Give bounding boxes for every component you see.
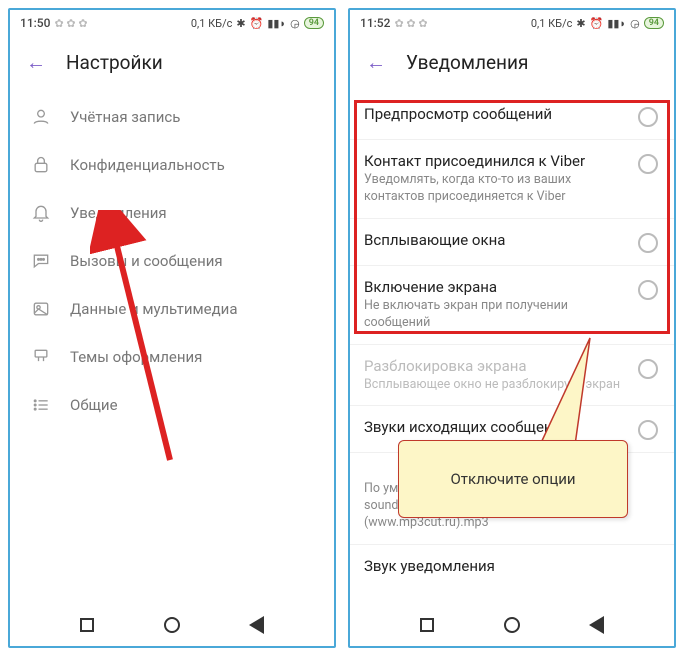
settings-item-calls[interactable]: Вызовы и сообщения (10, 237, 334, 285)
user-icon (30, 107, 52, 127)
page-title: Уведомления (406, 51, 528, 74)
phone-notifications: 11:52 ✿ ✿ ✿ 0,1 КБ/с ✱ ⏰ ▮▮◗ ◶ 94 ← Увед… (348, 8, 676, 648)
status-gear-icon: ✿ ✿ ✿ (54, 17, 87, 30)
battery-icon: 94 (644, 17, 664, 29)
notif-sub: Уведомлять, когда кто-то из ваших контак… (364, 172, 628, 206)
annotation-callout-text: Отключите опции (450, 470, 575, 488)
notif-item-preview[interactable]: Предпросмотр сообщений (350, 93, 674, 139)
wifi-icon: ◶ (290, 17, 300, 30)
wifi-icon: ◶ (630, 17, 640, 30)
toggle-radio[interactable] (638, 359, 658, 379)
toggle-radio[interactable] (638, 233, 658, 253)
notif-title: Контакт присоединился к Viber (364, 152, 628, 170)
bluetooth-icon: ✱ (576, 17, 585, 30)
bell-icon (30, 203, 52, 223)
battery-icon: 94 (304, 17, 324, 29)
back-arrow-icon[interactable]: ← (26, 50, 48, 75)
alarm-icon: ⏰ (590, 17, 604, 30)
page-title: Настройки (66, 51, 163, 74)
notif-item-notif-sound[interactable]: Звук уведомления (350, 544, 674, 589)
toggle-radio[interactable] (638, 420, 658, 440)
phone-settings: 11:50 ✿ ✿ ✿ 0,1 КБ/с ✱ ⏰ ▮▮◗ ◶ 94 ← Наст… (8, 8, 336, 648)
alarm-icon: ⏰ (250, 17, 264, 30)
settings-item-account[interactable]: Учётная запись (10, 93, 334, 141)
settings-item-label: Общие (70, 396, 118, 414)
status-gear-icon: ✿ ✿ ✿ (394, 17, 427, 30)
status-time: 11:52 (360, 16, 390, 30)
nav-bar (350, 604, 674, 646)
header: ← Настройки (10, 36, 334, 93)
notif-item-unlock[interactable]: Разблокировка экрана Всплывающее окно не… (350, 344, 674, 406)
notif-title: Включение экрана (364, 278, 628, 296)
image-icon (30, 299, 52, 319)
nav-bar (10, 604, 334, 646)
settings-item-general[interactable]: Общие (10, 381, 334, 429)
signal-icon: ▮▮◗ (607, 17, 626, 30)
nav-back-icon[interactable] (249, 616, 264, 634)
settings-item-label: Конфиденциальность (70, 156, 225, 174)
status-bar: 11:52 ✿ ✿ ✿ 0,1 КБ/с ✱ ⏰ ▮▮◗ ◶ 94 (350, 10, 674, 36)
nav-back-icon[interactable] (589, 616, 604, 634)
nav-recent-icon[interactable] (80, 618, 94, 632)
settings-item-privacy[interactable]: Конфиденциальность (10, 141, 334, 189)
notif-title: Разблокировка экрана (364, 357, 628, 375)
notif-sub: Всплывающее окно не разблокирует экран (364, 377, 628, 394)
notif-sub: Не включать экран при получении сообщени… (364, 298, 628, 332)
chat-icon (30, 251, 52, 271)
brush-icon (30, 347, 52, 367)
bluetooth-icon: ✱ (236, 17, 245, 30)
notif-title: Всплывающие окна (364, 231, 628, 249)
nav-home-icon[interactable] (504, 617, 520, 633)
status-bar: 11:50 ✿ ✿ ✿ 0,1 КБ/с ✱ ⏰ ▮▮◗ ◶ 94 (10, 10, 334, 36)
notif-item-contact-joined[interactable]: Контакт присоединился к Viber Уведомлять… (350, 139, 674, 218)
status-net: 0,1 КБ/с (531, 17, 573, 30)
nav-home-icon[interactable] (164, 617, 180, 633)
annotation-callout: Отключите опции (398, 440, 628, 518)
notif-item-popup[interactable]: Всплывающие окна (350, 218, 674, 265)
settings-item-themes[interactable]: Темы оформления (10, 333, 334, 381)
signal-icon: ▮▮◗ (267, 17, 286, 30)
header: ← Уведомления (350, 36, 674, 93)
back-arrow-icon[interactable]: ← (366, 50, 388, 75)
nav-recent-icon[interactable] (420, 618, 434, 632)
status-time: 11:50 (20, 16, 50, 30)
settings-item-label: Уведомления (70, 204, 167, 222)
notif-title: Предпросмотр сообщений (364, 105, 628, 123)
lock-icon (30, 155, 52, 175)
list-icon (30, 395, 52, 415)
settings-item-label: Данные и мультимедиа (70, 300, 237, 318)
toggle-radio[interactable] (638, 107, 658, 127)
notif-title: Звуки исходящих сообщений (364, 418, 628, 436)
notif-title: Звук уведомления (364, 557, 658, 575)
toggle-radio[interactable] (638, 280, 658, 300)
settings-item-label: Темы оформления (70, 348, 202, 366)
settings-item-label: Учётная запись (70, 108, 180, 126)
toggle-radio[interactable] (638, 154, 658, 174)
status-net: 0,1 КБ/с (191, 17, 233, 30)
settings-item-media[interactable]: Данные и мультимедиа (10, 285, 334, 333)
notif-item-screen-on[interactable]: Включение экрана Не включать экран при п… (350, 265, 674, 344)
settings-item-notifications[interactable]: Уведомления (10, 189, 334, 237)
settings-item-label: Вызовы и сообщения (70, 252, 223, 270)
settings-list: Учётная запись Конфиденциальность Уведом… (10, 93, 334, 429)
